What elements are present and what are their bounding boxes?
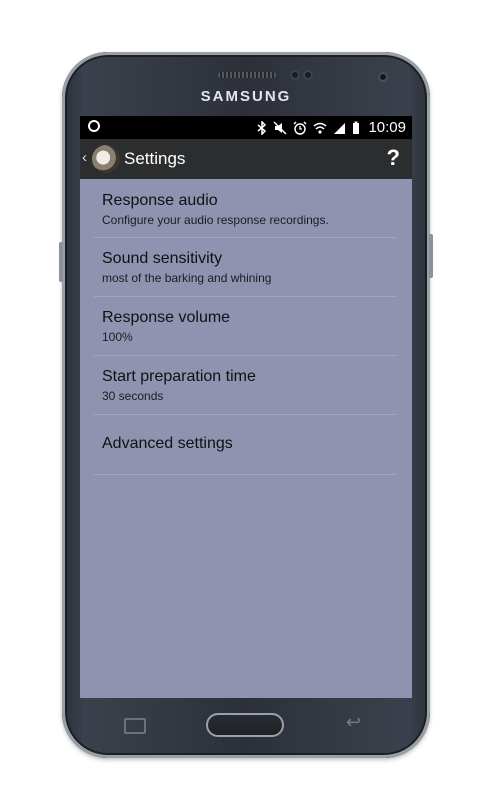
mute-icon bbox=[273, 120, 287, 135]
back-chevron-icon[interactable]: ‹ bbox=[82, 149, 87, 166]
setting-title: Advanced settings bbox=[102, 435, 233, 452]
help-icon[interactable]: ? bbox=[387, 145, 400, 171]
battery-icon bbox=[353, 121, 359, 134]
wifi-icon bbox=[313, 122, 327, 134]
earpiece-speaker bbox=[218, 72, 276, 78]
light-sensor bbox=[303, 70, 313, 80]
phone-frame: SAMSUNG 10:09 ‹ Settings ? Response audi… bbox=[59, 52, 433, 758]
notification-circle-icon bbox=[88, 120, 100, 132]
alarm-icon bbox=[293, 120, 307, 135]
front-camera bbox=[378, 72, 388, 82]
app-icon[interactable] bbox=[92, 145, 120, 173]
signal-icon bbox=[334, 122, 345, 134]
setting-summary: 30 seconds bbox=[102, 389, 164, 403]
recent-apps-icon[interactable] bbox=[124, 718, 146, 734]
setting-start-preparation-time[interactable]: Start preparation time 30 seconds bbox=[94, 356, 396, 415]
status-icons bbox=[257, 119, 360, 136]
power-button bbox=[429, 234, 433, 278]
setting-summary: most of the barking and whining bbox=[102, 271, 272, 285]
bluetooth-icon bbox=[257, 120, 267, 135]
volume-button bbox=[59, 242, 63, 282]
screen: 10:09 ‹ Settings ? Response audio Config… bbox=[80, 116, 412, 698]
settings-list: Response audio Configure your audio resp… bbox=[80, 179, 412, 475]
page-title: Settings bbox=[124, 149, 186, 168]
home-button[interactable] bbox=[206, 713, 284, 737]
setting-summary: 100% bbox=[102, 330, 133, 344]
setting-response-volume[interactable]: Response volume 100% bbox=[94, 297, 396, 356]
brand-logo: SAMSUNG bbox=[200, 88, 292, 105]
status-time: 10:09 bbox=[368, 119, 406, 136]
status-bar: 10:09 bbox=[80, 116, 412, 139]
back-key-icon[interactable]: ↩ bbox=[346, 712, 361, 733]
setting-response-audio[interactable]: Response audio Configure your audio resp… bbox=[94, 179, 396, 238]
setting-title: Start preparation time bbox=[102, 368, 256, 385]
setting-title: Response volume bbox=[102, 309, 231, 326]
proximity-sensor bbox=[290, 70, 300, 80]
setting-sound-sensitivity[interactable]: Sound sensitivity most of the barking an… bbox=[94, 238, 396, 297]
app-bar: ‹ Settings ? bbox=[80, 139, 412, 179]
setting-advanced-settings[interactable]: Advanced settings bbox=[94, 415, 396, 475]
setting-summary: Configure your audio response recordings… bbox=[102, 213, 329, 227]
setting-title: Sound sensitivity bbox=[102, 250, 223, 267]
setting-title: Response audio bbox=[102, 192, 218, 209]
